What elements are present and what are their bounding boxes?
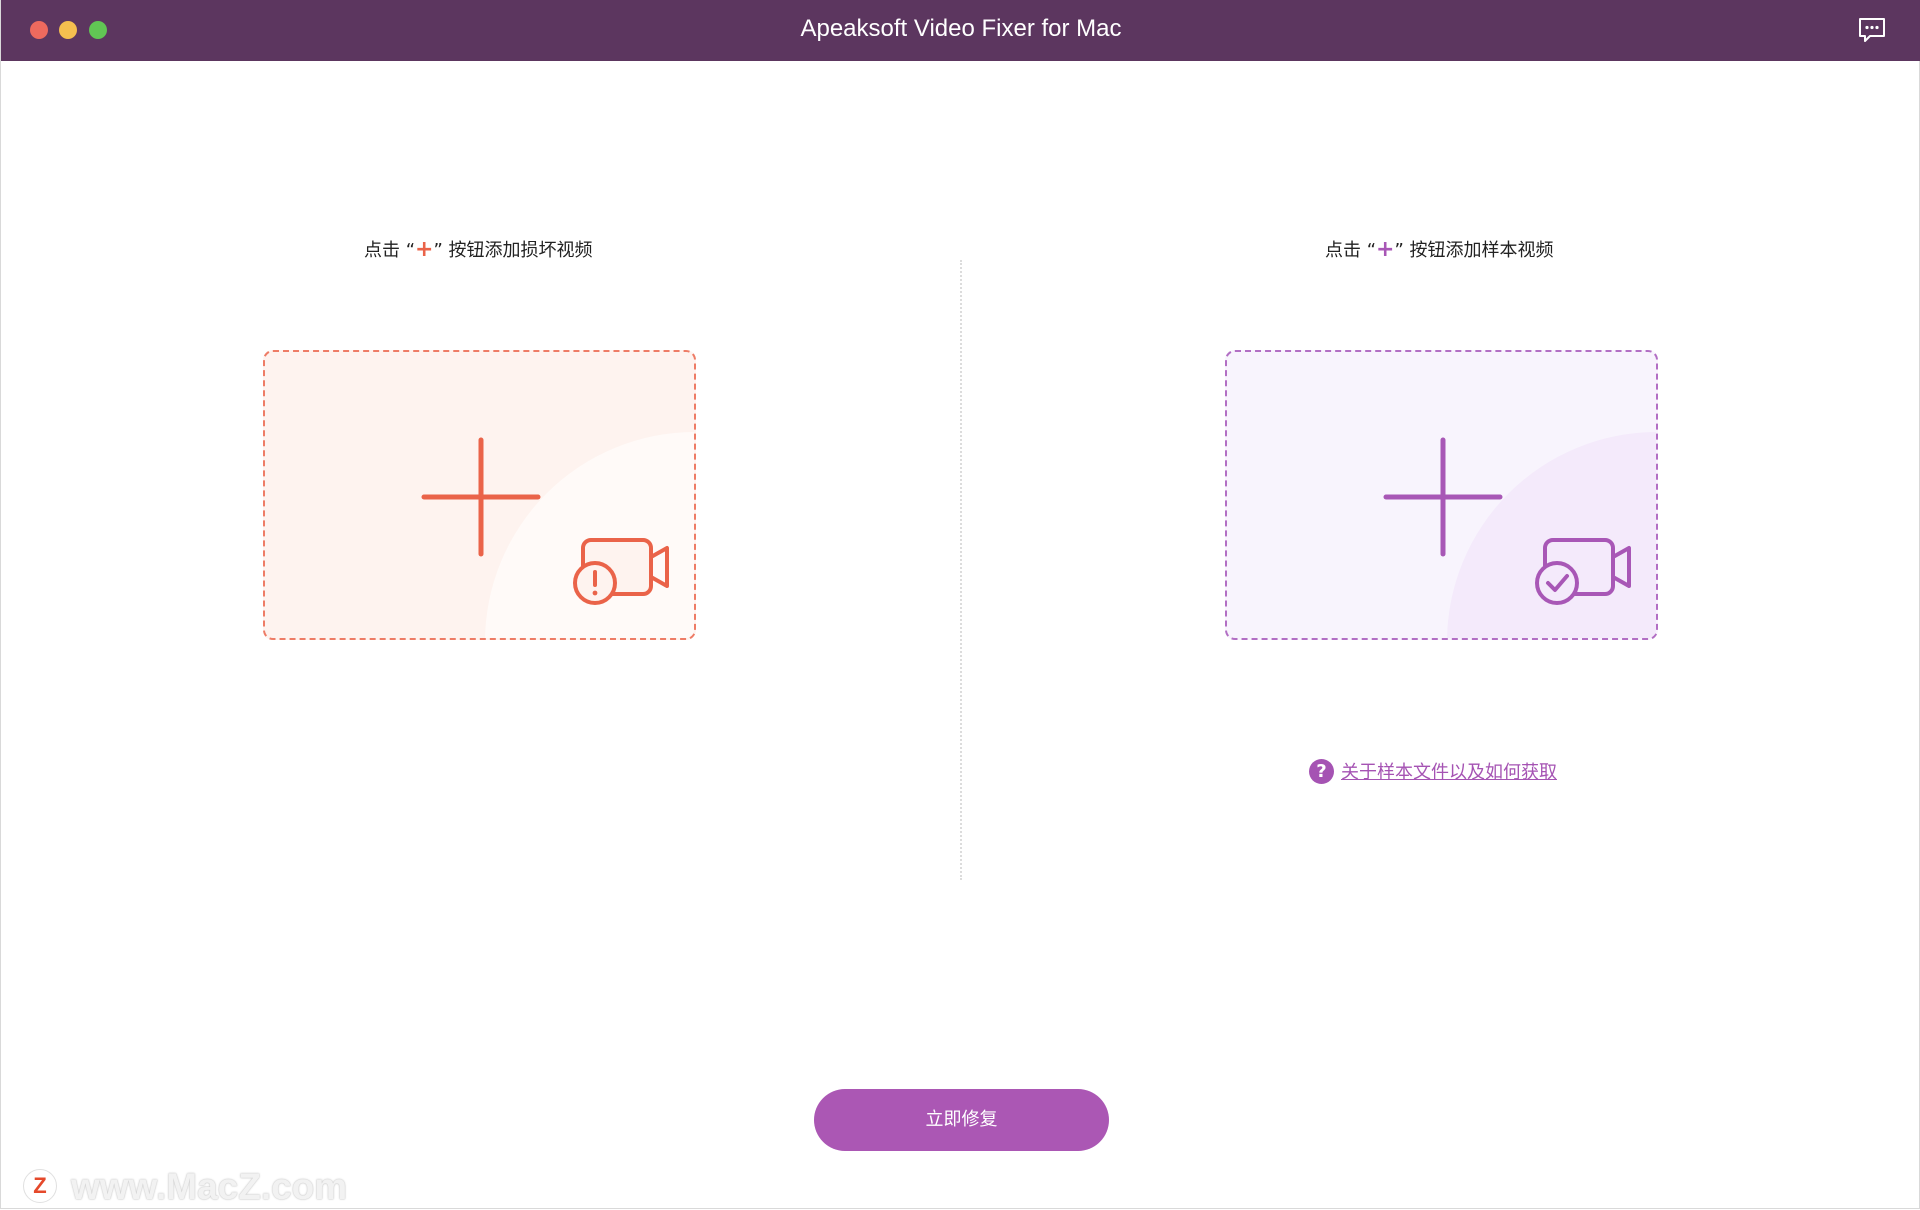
plus-icon: +	[415, 237, 434, 262]
question-icon[interactable]: ?	[1309, 759, 1334, 784]
add-sample-video-dropzone[interactable]	[1225, 350, 1658, 640]
title-bar: Apeaksoft Video Fixer for Mac	[1, 0, 1920, 61]
instruction-suffix: ” 按钮添加损坏视频	[433, 240, 593, 261]
instruction-prefix: 点击 “	[364, 240, 416, 261]
instruction-suffix: ” 按钮添加样本视频	[1394, 240, 1554, 261]
window-title: Apeaksoft Video Fixer for Mac	[800, 15, 1122, 42]
sample-help-link[interactable]: 关于样本文件以及如何获取	[1341, 758, 1557, 784]
damaged-video-instruction: 点击 “+” 按钮添加损坏视频	[364, 236, 593, 262]
instruction-prefix: 点击 “	[1325, 240, 1377, 261]
repair-now-button[interactable]: 立即修复	[814, 1089, 1109, 1151]
app-window: Apeaksoft Video Fixer for Mac 点击 “+” 按钮添…	[0, 0, 1920, 1209]
feedback-chat-icon[interactable]	[1857, 16, 1887, 44]
panel-divider	[960, 260, 962, 880]
watermark-logo: Z	[23, 1169, 57, 1203]
add-damaged-video-dropzone[interactable]	[263, 350, 696, 640]
watermark-text: www.MacZ.com	[71, 1166, 348, 1207]
sample-video-instruction: 点击 “+” 按钮添加样本视频	[1325, 236, 1554, 262]
plus-icon: +	[1376, 237, 1395, 262]
